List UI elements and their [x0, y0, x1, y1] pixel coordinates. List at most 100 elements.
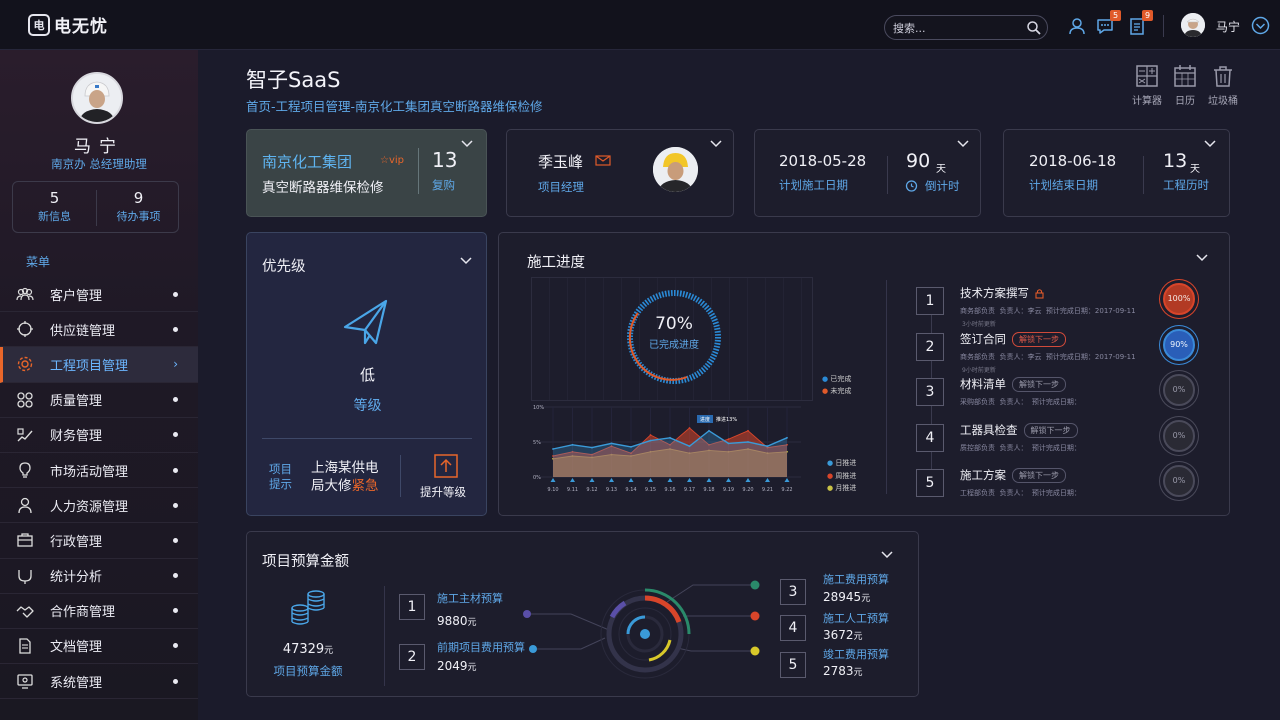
- menu-item-admin[interactable]: 行政管理: [0, 523, 198, 559]
- step-percent-badge: 0%: [1163, 465, 1195, 497]
- card-divider: [887, 156, 888, 194]
- breadcrumb[interactable]: 首页-工程项目管理-南京化工集团真空断路器维保检修: [246, 96, 543, 115]
- menu-item-marketing[interactable]: 市场活动管理: [0, 453, 198, 489]
- chevron-down-icon[interactable]: [710, 140, 722, 148]
- budget-item-3-label[interactable]: 施工费用预算: [823, 571, 889, 587]
- user-icon[interactable]: [1067, 16, 1087, 36]
- x-tick-marker: [589, 478, 595, 482]
- legend-undone-label: 未完成: [830, 387, 852, 395]
- countdown-unit: 天: [936, 164, 946, 175]
- budget-item-3-unit: 元: [861, 594, 871, 604]
- profile-avatar[interactable]: [71, 72, 123, 124]
- mail-icon[interactable]: [595, 155, 611, 166]
- budget-item-4-unit: 元: [853, 632, 863, 642]
- chevron-down-icon[interactable]: [957, 140, 969, 148]
- budget-item-1-label[interactable]: 施工主材预算: [437, 590, 503, 606]
- hint-label-line-1: 项目: [269, 462, 292, 476]
- step-row[interactable]: 5 施工方案 解锁下一步 工程部负责 负责人： 预计完成日期： 0%: [916, 465, 1216, 504]
- menu-label-quality: 质量管理: [50, 394, 103, 410]
- menu-item-customers[interactable]: 客户管理: [0, 277, 198, 313]
- menu-item-analytics[interactable]: 统计分析: [0, 559, 198, 594]
- calculator-button[interactable]: 计算器: [1127, 64, 1167, 107]
- x-tick-marker: [609, 478, 614, 482]
- donut-legend: ● 已完成 ● 未完成: [822, 373, 851, 397]
- progress-percent: 70%: [655, 314, 693, 334]
- calendar-button[interactable]: 日历: [1165, 64, 1205, 107]
- menu-label-engineering: 工程项目管理: [50, 358, 129, 374]
- user-avatar[interactable]: [1181, 13, 1205, 37]
- vip-badge: ☆vip: [380, 155, 405, 166]
- menu-item-documents[interactable]: 文档管理: [0, 629, 198, 665]
- tooltip-value: 推进13%: [716, 416, 737, 423]
- unlock-next-pill[interactable]: 解锁下一步: [1012, 377, 1066, 392]
- hint-text-line-2: 局大修: [311, 478, 352, 494]
- logo[interactable]: 电 电无忧: [28, 12, 108, 37]
- step-dept: 商务部负责: [960, 352, 995, 361]
- step-row[interactable]: 4 工器具检查 解锁下一步 质控部负责 负责人： 预计完成日期： 0%: [916, 419, 1216, 459]
- unlock-next-pill[interactable]: 解锁下一步: [1012, 331, 1066, 347]
- x-tick-marker: [726, 478, 731, 482]
- menu-dot: [173, 291, 178, 297]
- x-tick-marker: [745, 478, 751, 482]
- manager-card[interactable]: 季玉峰 项目经理: [506, 129, 734, 217]
- urgent-label: 紧急: [351, 478, 379, 494]
- x-tick-label: 9.21: [762, 487, 773, 493]
- budget-item-1-unit: 元: [467, 618, 477, 628]
- step-due: 预计完成日期：: [1031, 489, 1081, 497]
- data-point: [688, 445, 691, 448]
- tasks-button[interactable]: 9: [1127, 10, 1153, 36]
- menu-item-partners[interactable]: 合作商管理: [0, 594, 198, 629]
- step-row[interactable]: 3 材料清单 解锁下一步 采购部负责 负责人： 预计完成日期： 0%: [916, 374, 1216, 413]
- menu-dot: [173, 678, 178, 684]
- start-date-card[interactable]: 2018-05-28 计划施工日期 90 天 倒计时: [754, 129, 981, 217]
- budget-item-4-label[interactable]: 施工人工预算: [823, 610, 889, 626]
- menu-item-finance[interactable]: 财务管理: [0, 418, 198, 453]
- chevron-down-icon[interactable]: [1196, 254, 1208, 262]
- todo-stat[interactable]: 9 待办事项: [97, 189, 180, 224]
- trash-button[interactable]: 垃圾桶: [1203, 64, 1243, 107]
- new-messages-stat[interactable]: 5 新信息: [13, 189, 96, 224]
- project-card[interactable]: 南京化工集团 ☆vip 真空断路器维保检修 13 复购: [246, 129, 487, 217]
- user-name[interactable]: 马宁: [1216, 18, 1240, 35]
- search-input[interactable]: [893, 19, 1021, 37]
- step-index: 3: [916, 378, 944, 406]
- unlock-next-pill[interactable]: 解锁下一步: [1012, 468, 1066, 483]
- chevron-down-icon[interactable]: [881, 551, 893, 559]
- new-messages-count: 5: [49, 189, 60, 207]
- manager-avatar[interactable]: [653, 147, 698, 192]
- chevron-down-icon[interactable]: [1204, 140, 1216, 148]
- budget-title: 项目预算金额: [262, 554, 349, 570]
- profile-photo: [73, 74, 121, 122]
- step-update-note: 9小时前更新: [962, 366, 996, 374]
- priority-card: 优先级 低 等级 项目 提示 上海某供电 局大修紧急 提升等级: [246, 232, 487, 516]
- menu-item-supply-chain[interactable]: 供应链管理: [0, 312, 198, 348]
- step-row[interactable]: 2 签订合同 解锁下一步 商务部负责 负责人：李云 预计完成日期：2017-09-11…: [916, 328, 1216, 374]
- end-date-card[interactable]: 2018-06-18 计划结束日期 13 天 工程历时: [1003, 129, 1230, 217]
- budget-item-5-label[interactable]: 竣工费用预算: [823, 646, 889, 662]
- step-percent-badge: 0%: [1163, 374, 1195, 406]
- vip-label: vip: [388, 155, 405, 166]
- unlock-next-pill[interactable]: 解锁下一步: [1023, 422, 1078, 438]
- avatar-image: [1181, 13, 1205, 37]
- chevron-right-icon: ›: [173, 357, 178, 372]
- messages-button[interactable]: 5: [1095, 10, 1121, 36]
- budget-item-4-index: 4: [780, 615, 806, 641]
- chevron-down-circle-icon[interactable]: [1251, 16, 1270, 35]
- menu-item-quality[interactable]: 质量管理: [0, 383, 198, 418]
- x-tick-marker: [628, 478, 634, 482]
- hint-text-line-1: 上海某供电: [311, 460, 379, 476]
- x-tick-label: 9.20: [742, 487, 753, 493]
- step-row[interactable]: 1 技术方案撰写 商务部负责 负责人：李云 预计完成日期：2017-09-11 3小时…: [916, 283, 1216, 328]
- topbar-divider: [1163, 15, 1164, 37]
- menu-label-analytics: 统计分析: [50, 570, 103, 586]
- chevron-down-icon[interactable]: [461, 140, 473, 148]
- step-title: 材料清单: [960, 377, 1006, 391]
- menu-item-engineering[interactable]: 工程项目管理 ›: [0, 347, 198, 383]
- menu-item-hr[interactable]: 人力资源管理: [0, 488, 198, 524]
- chevron-down-icon[interactable]: [460, 257, 472, 265]
- step-title: 工器具检查: [960, 422, 1018, 437]
- data-point: [747, 441, 749, 443]
- budget-item-2-label[interactable]: 前期项目费用预算: [437, 639, 525, 655]
- menu-item-system[interactable]: 系统管理: [0, 664, 198, 700]
- search-icon[interactable]: [1025, 19, 1043, 37]
